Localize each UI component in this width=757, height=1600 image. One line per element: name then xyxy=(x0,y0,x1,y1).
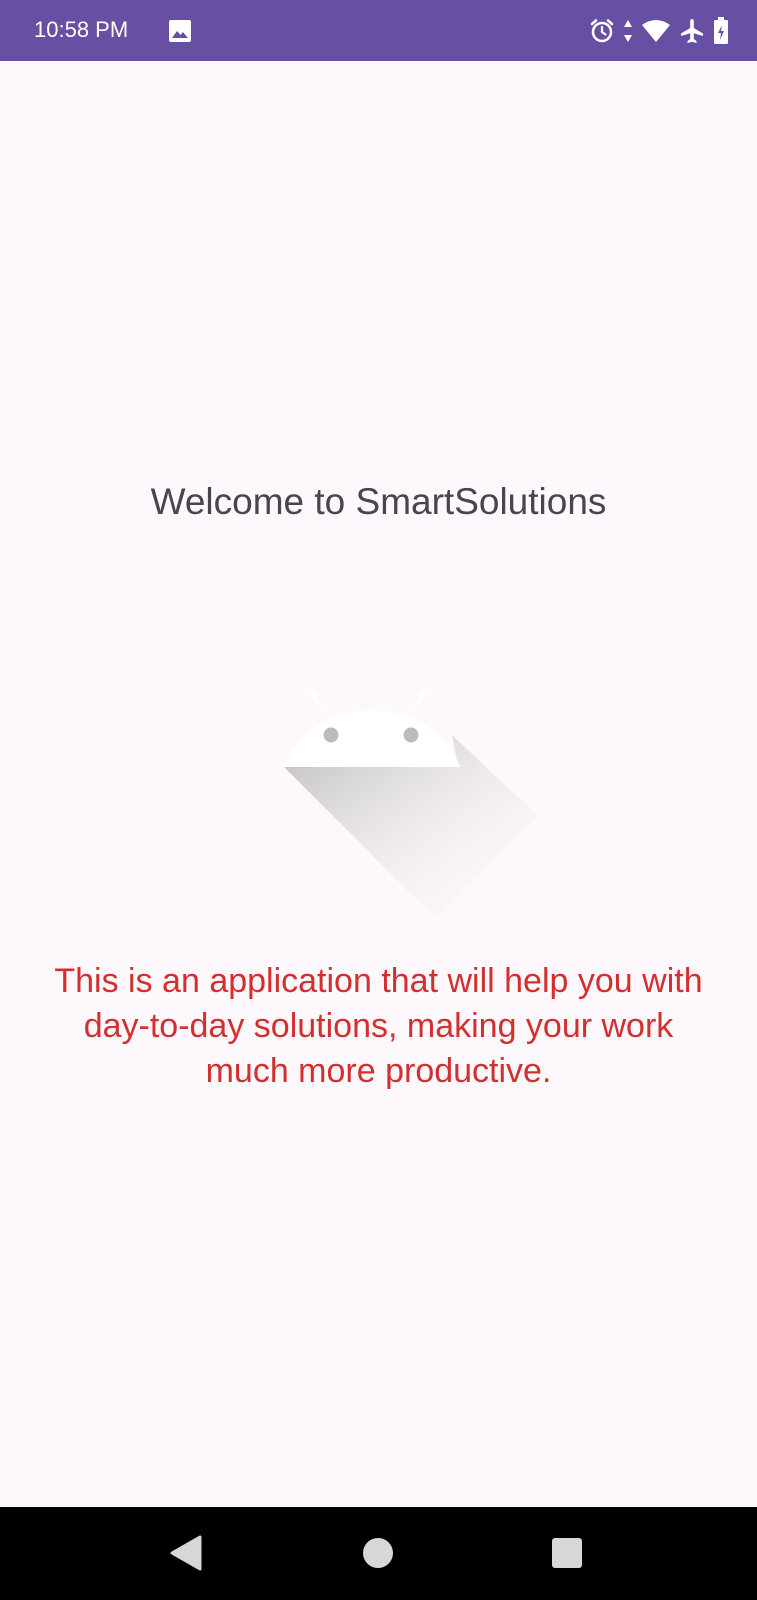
navigation-bar xyxy=(0,1507,757,1600)
home-icon[interactable] xyxy=(356,1531,400,1575)
welcome-title: Welcome to SmartSolutions xyxy=(150,481,607,522)
wifi-icon xyxy=(642,20,670,42)
battery-icon xyxy=(714,17,728,44)
back-icon[interactable] xyxy=(167,1531,211,1575)
gallery-icon xyxy=(169,20,191,42)
status-time: 10:58 PM xyxy=(34,17,129,42)
recents-icon[interactable] xyxy=(545,1531,589,1575)
main-content: Welcome to SmartSolutions This is an app… xyxy=(0,61,757,1507)
status-icons xyxy=(589,16,729,46)
status-bar: 10:58 PM xyxy=(0,0,757,61)
data-arrows-icon xyxy=(624,20,632,42)
alarm-icon xyxy=(590,19,614,43)
description-text: This is an application that will help yo… xyxy=(54,962,703,1090)
airplane-icon xyxy=(681,19,703,43)
